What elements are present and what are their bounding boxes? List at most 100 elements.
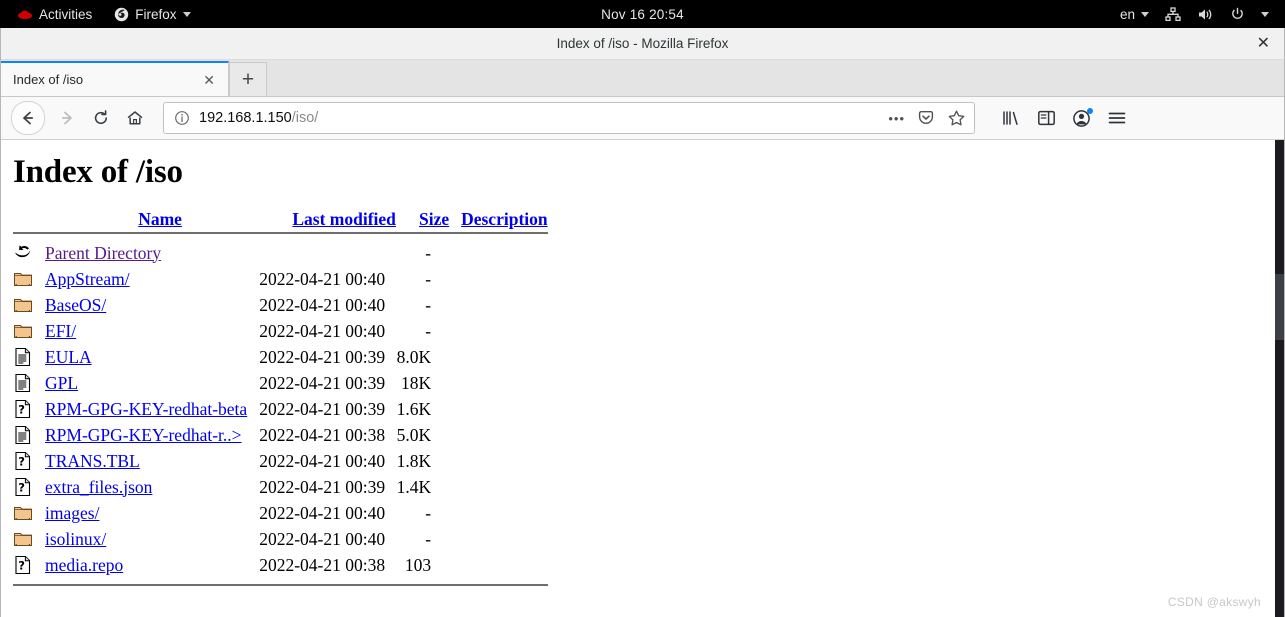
window-close-button[interactable]: ✕ xyxy=(1257,35,1270,52)
table-row: BaseOS/2022-04-21 00:40 - xyxy=(13,292,431,318)
last-modified-cell: 2022-04-21 00:39 xyxy=(259,476,386,497)
system-menu-chevron[interactable] xyxy=(1254,9,1276,20)
power-icon[interactable] xyxy=(1223,4,1252,25)
size-cell: - xyxy=(425,242,432,263)
file-name-cell: GPL xyxy=(45,370,259,396)
file-link[interactable]: EFI/ xyxy=(45,321,76,341)
file-link[interactable]: extra_files.json xyxy=(45,477,152,497)
account-icon[interactable] xyxy=(1072,107,1093,128)
text-file-icon xyxy=(13,344,45,370)
library-icon[interactable] xyxy=(1001,109,1021,127)
last-modified-cell: 2022-04-21 00:40 xyxy=(259,320,386,341)
file-link[interactable]: BaseOS/ xyxy=(45,295,106,315)
file-link[interactable]: AppStream/ xyxy=(45,269,130,289)
last-modified-cell: 2022-04-21 00:39 xyxy=(259,372,386,393)
clock[interactable]: Nov 16 20:54 xyxy=(0,7,1285,22)
icon-column-header xyxy=(13,209,53,230)
chevron-down-icon xyxy=(1261,11,1269,17)
file-link[interactable]: images/ xyxy=(45,503,99,523)
size-cell: 103 xyxy=(404,554,432,575)
info-icon[interactable] xyxy=(174,110,190,126)
directory-rows-body: Parent Directory - AppStream/2022-04-21 00… xyxy=(13,240,431,578)
file-name-cell: BaseOS/ xyxy=(45,292,259,318)
file-name-cell: Parent Directory xyxy=(45,240,259,266)
file-link[interactable]: isolinux/ xyxy=(45,529,106,549)
table-row: ? TRANS.TBL 2022-04-21 00:40 1.8K xyxy=(13,448,431,474)
back-button[interactable] xyxy=(11,101,45,135)
size-cell: 1.4K xyxy=(396,476,432,497)
vertical-scrollbar[interactable] xyxy=(1275,140,1284,617)
reload-button[interactable] xyxy=(85,102,117,134)
url-input[interactable]: 192.168.1.150/iso/ xyxy=(199,110,880,126)
tab-close-icon[interactable]: ✕ xyxy=(198,73,220,87)
folder-icon xyxy=(13,526,45,552)
listing-top-rule xyxy=(13,232,548,234)
last-modified-cell: 2022-04-21 00:40 xyxy=(259,502,386,523)
tab-index-of-iso[interactable]: Index of /iso ✕ xyxy=(1,61,229,96)
file-name-cell: RPM-GPG-KEY-redhat-r..> xyxy=(45,422,259,448)
size-cell: - xyxy=(425,268,432,289)
size-cell: - xyxy=(425,502,432,523)
star-icon[interactable] xyxy=(947,109,966,128)
url-bar[interactable]: 192.168.1.150/iso/ ••• xyxy=(163,102,975,134)
hamburger-menu-icon[interactable] xyxy=(1107,110,1127,126)
column-header-description: Description xyxy=(461,209,548,229)
folder-icon xyxy=(13,292,45,318)
back-arrow-icon xyxy=(13,240,45,266)
size-cell: 5.0K xyxy=(396,424,432,445)
folder-icon xyxy=(13,266,45,292)
svg-text:?: ? xyxy=(18,559,25,573)
file-link[interactable]: GPL xyxy=(45,373,78,393)
file-name-cell: isolinux/ xyxy=(45,526,259,552)
url-host: 192.168.1.150 xyxy=(199,110,292,126)
apache-directory-index: Index of /iso Name Last modified Size De… xyxy=(1,140,1275,617)
file-link[interactable]: EULA xyxy=(45,347,92,367)
forward-button[interactable] xyxy=(51,102,83,134)
network-icon[interactable] xyxy=(1158,4,1188,25)
page-actions-icon[interactable]: ••• xyxy=(888,111,905,126)
size-cell: 18K xyxy=(400,372,432,393)
topbar-status-group[interactable]: en xyxy=(1113,4,1285,25)
size-cell: 8.0K xyxy=(396,346,432,367)
file-link[interactable]: RPM-GPG-KEY-redhat-beta xyxy=(45,399,247,419)
firefox-window: Index of /iso - Mozilla Firefox ✕ Index … xyxy=(0,28,1285,617)
table-row: ? extra_files.json 2022-04-21 00:39 1.4K xyxy=(13,474,431,500)
file-link[interactable]: media.repo xyxy=(45,555,123,575)
table-row: isolinux/2022-04-21 00:40 - xyxy=(13,526,431,552)
file-name-cell: AppStream/ xyxy=(45,266,259,292)
folder-icon xyxy=(13,318,45,344)
file-link[interactable]: RPM-GPG-KEY-redhat-r..> xyxy=(45,425,242,445)
tab-title: Index of /iso xyxy=(13,72,84,87)
listing-header: Name Last modified Size Description xyxy=(13,209,548,230)
last-modified-cell: 2022-04-21 00:40 xyxy=(259,268,386,289)
file-link[interactable]: TRANS.TBL xyxy=(45,451,140,471)
home-button[interactable] xyxy=(119,102,151,134)
file-link[interactable]: Parent Directory xyxy=(45,243,161,263)
new-tab-button[interactable]: + xyxy=(229,62,267,96)
gnome-top-bar: Activities Firefox Nov 16 20:54 en xyxy=(0,0,1285,28)
volume-icon[interactable] xyxy=(1190,4,1221,25)
last-modified-cell: 2022-04-21 00:39 xyxy=(259,398,386,419)
toolbar-right-group xyxy=(989,107,1127,128)
scrollbar-thumb[interactable] xyxy=(1275,273,1284,341)
size-cell: 1.6K xyxy=(396,398,432,419)
table-row: ? RPM-GPG-KEY-redhat-beta 2022-04-21 00:39… xyxy=(13,396,431,422)
file-name-cell: RPM-GPG-KEY-redhat-beta xyxy=(45,396,259,422)
last-modified-cell: 2022-04-21 00:40 xyxy=(259,294,386,315)
browser-content-area: Index of /iso Name Last modified Size De… xyxy=(1,140,1284,617)
table-row: GPL 2022-04-21 00:39 18K xyxy=(13,370,431,396)
page-title: Index of /iso xyxy=(13,154,183,190)
sidebar-icon[interactable] xyxy=(1037,109,1056,127)
keyboard-layout-indicator[interactable]: en xyxy=(1113,4,1156,25)
pocket-icon[interactable] xyxy=(917,109,935,127)
last-modified-cell: 2022-04-21 00:38 xyxy=(259,554,386,575)
folder-icon xyxy=(13,500,45,526)
file-name-cell: EULA xyxy=(45,344,259,370)
unknown-file-icon: ? xyxy=(13,552,45,578)
header-row: Name Last modified Size Description xyxy=(13,209,548,230)
size-cell: - xyxy=(425,294,432,315)
listing-bottom-rule xyxy=(13,584,548,586)
table-row: images/2022-04-21 00:40 - xyxy=(13,500,431,526)
directory-listing-table: Name Last modified Size Description xyxy=(13,209,548,230)
tab-strip: Index of /iso ✕ + xyxy=(1,60,1284,97)
